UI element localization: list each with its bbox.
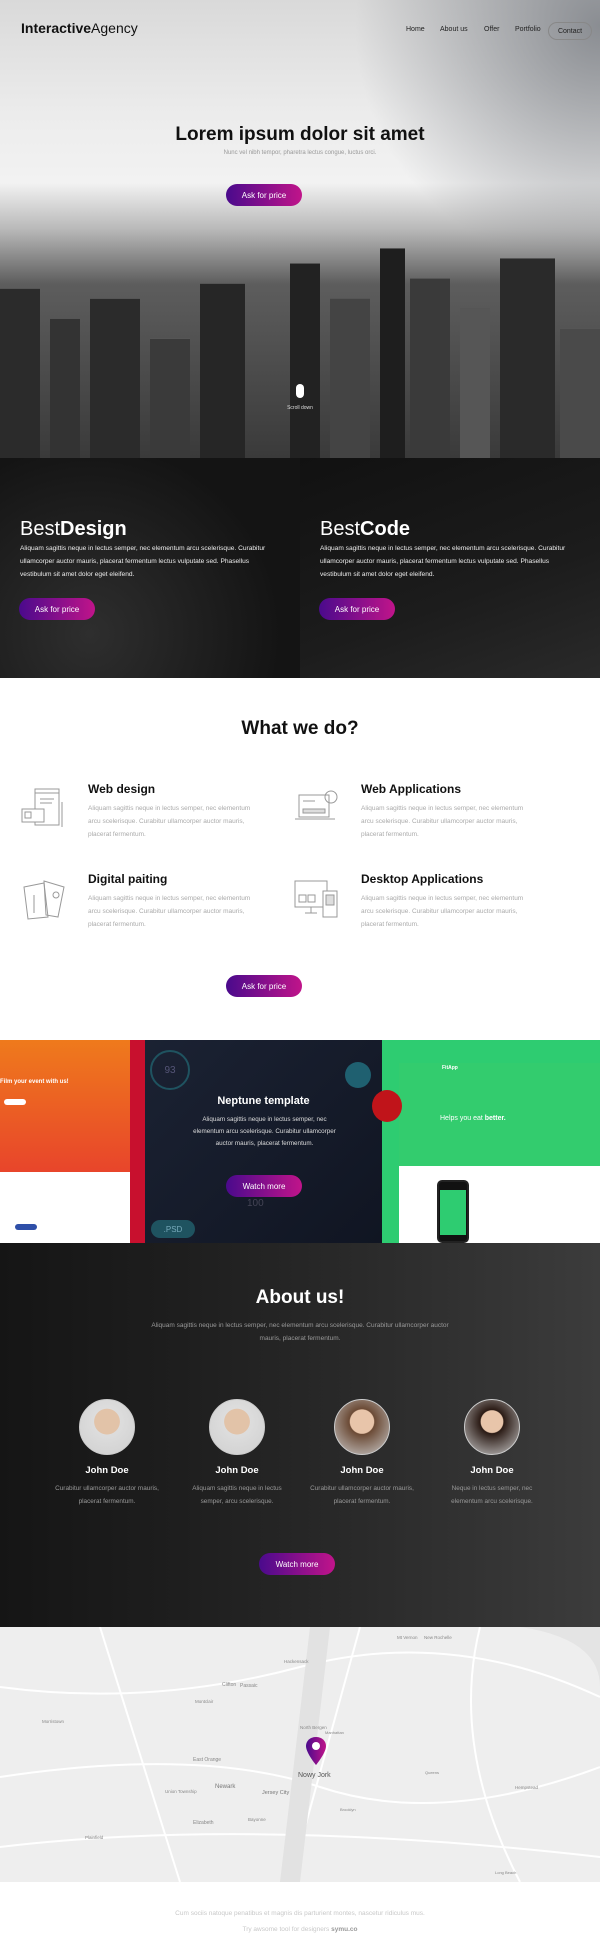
neptune-text: Aliquam sagittis neque in lectus semper,… [193, 1116, 336, 1147]
fitapp-brand: FitApp [442, 1065, 458, 1071]
map-label: Morristown [42, 1719, 65, 1724]
map-pin-label: Nowy Jork [298, 1772, 331, 1779]
footer-credit: Try awsome tool for designers symu.co [242, 1926, 358, 1933]
what-ask-for-price-button[interactable]: Ask for price [226, 975, 302, 997]
apple-image [372, 1090, 402, 1122]
portfolio-item-neptune[interactable]: 93 100 .PSD Neptune template Aliquam sag… [145, 1040, 382, 1243]
service-text: Aliquam sagittis neque in lectus semper,… [88, 805, 251, 838]
map-label: Hackensack [284, 1659, 309, 1664]
mouse-icon[interactable] [296, 384, 304, 398]
best-design-ask-button[interactable]: Ask for price [19, 598, 95, 620]
map[interactable]: Newark Jersey City East Orange Clifton P… [0, 1627, 600, 1882]
portfolio-item-film[interactable]: Film your event with us! [0, 1040, 130, 1243]
best-design-title: BestDesign [20, 518, 127, 540]
nav-contact[interactable]: Contact [548, 22, 592, 40]
map-label: Hempstead [515, 1785, 539, 1790]
best-design-text: Aliquam sagittis neque in lectus semper,… [20, 545, 266, 578]
team-member: John Doe Curabitur ullamcorper auctor mau… [52, 1399, 162, 1508]
hero-subtitle: Nunc vel nibh tempor, pharetra lectus co… [223, 150, 377, 156]
best-code-title: BestCode [320, 518, 411, 540]
service-web-design: Web design Aliquam sagittis neque in lec… [20, 782, 280, 862]
service-desktop-applications: Desktop Applications Aliquam sagittis ne… [293, 872, 553, 952]
web-applications-icon [295, 790, 338, 820]
best-code-panel: BestCode Aliquam sagittis neque in lectu… [300, 458, 600, 678]
map-label: Jersey City [262, 1790, 290, 1796]
map-label: Clifton [222, 1682, 237, 1688]
about-watch-more-button[interactable]: Watch more [259, 1553, 335, 1575]
web-design-icon [21, 788, 63, 827]
service-title: Desktop Applications [361, 872, 484, 886]
map-label: Montclair [195, 1699, 214, 1704]
fitapp-heading: Helps you eat better. [440, 1115, 506, 1122]
service-text: Aliquam sagittis neque in lectus semper,… [361, 895, 524, 928]
map-pin-icon[interactable] [306, 1737, 326, 1765]
map-label: Mt Vernon [397, 1635, 418, 1640]
map-label: Bayonne [248, 1817, 266, 1822]
hero-ask-for-price-button[interactable]: Ask for price [226, 184, 302, 206]
map-label: New Rochelle [424, 1635, 452, 1640]
service-text: Aliquam sagittis neque in lectus semper,… [88, 895, 251, 928]
best-code-text: Aliquam sagittis neque in lectus semper,… [320, 545, 566, 578]
nav-offer[interactable]: Offer [484, 26, 499, 33]
digital-painting-icon [23, 880, 65, 920]
map-label: East Orange [193, 1757, 222, 1763]
map-label: Brooklyn [340, 1807, 356, 1812]
hero-title: Lorem ipsum dolor sit amet [175, 124, 425, 145]
about-text: Aliquam sagittis neque in lectus semper,… [151, 1322, 449, 1342]
map-label: Newark [215, 1784, 236, 1790]
scroll-down-label[interactable]: Scroll down [270, 405, 330, 411]
avatar [209, 1399, 265, 1455]
nav-portfolio[interactable]: Portfolio [515, 26, 541, 33]
neptune-stat-93: 93 [150, 1050, 190, 1090]
map-label: Plainfield [85, 1835, 104, 1840]
map-label: Long Beach [495, 1870, 517, 1875]
map-label: North Bergen [300, 1725, 327, 1730]
neptune-watch-more-button[interactable]: Watch more [226, 1175, 302, 1197]
portfolio-film-heading: Film your event with us! [0, 1079, 69, 1085]
about-section: About us! Aliquam sagittis neque in lect… [0, 1243, 600, 1627]
map-label: Manhattan [325, 1730, 344, 1735]
map-label: Passaic [240, 1683, 258, 1689]
service-digital-painting: Digital paiting Aliquam sagittis neque i… [20, 872, 280, 952]
nav-home[interactable]: Home [406, 26, 425, 33]
footer-text: Cum sociis natoque penatibus et magnis d… [175, 1910, 425, 1917]
neptune-stat-100: 100 [247, 1198, 264, 1209]
map-label: Queens [425, 1770, 440, 1775]
best-design-panel: BestDesign Aliquam sagittis neque in lec… [0, 458, 300, 678]
symu-link[interactable]: symu.co [331, 1926, 357, 1933]
avatar [79, 1399, 135, 1455]
service-title: Web Applications [361, 782, 462, 796]
service-text: Aliquam sagittis neque in lectus semper,… [361, 805, 524, 838]
nav-about-us[interactable]: About us [440, 26, 468, 33]
avatar [464, 1399, 520, 1455]
logo[interactable]: InteractiveAgency [21, 20, 138, 36]
portfolio-strip: Film your event with us! 93 100 .PSD Nep… [0, 1040, 600, 1243]
neptune-title: Neptune template [217, 1095, 310, 1107]
team-member: John Doe Neque in lectus semper, nec elem… [437, 1399, 547, 1508]
avatar [334, 1399, 390, 1455]
service-title: Digital paiting [88, 872, 168, 886]
service-web-applications: Web Applications Aliquam sagittis neque … [293, 782, 553, 862]
psd-badge: .PSD [151, 1220, 195, 1238]
team-member: John Doe Curabitur ullamcorper auctor mau… [307, 1399, 417, 1508]
about-title: About us! [255, 1287, 345, 1308]
service-title: Web design [88, 782, 156, 796]
map-roads [0, 1627, 600, 1882]
hero-section: InteractiveAgency Home About us Offer Po… [0, 0, 600, 458]
what-we-do-title: What we do? [241, 718, 359, 739]
best-code-ask-button[interactable]: Ask for price [319, 598, 395, 620]
portfolio-item-fitapp[interactable]: FitApp Helps you eat better. [372, 1040, 600, 1243]
map-label: Union Township [165, 1789, 197, 1794]
desktop-applications-icon [294, 880, 338, 918]
map-label: Elizabeth [193, 1820, 214, 1826]
team-member: John Doe Aliquam sagittis neque in lectus… [182, 1399, 292, 1508]
